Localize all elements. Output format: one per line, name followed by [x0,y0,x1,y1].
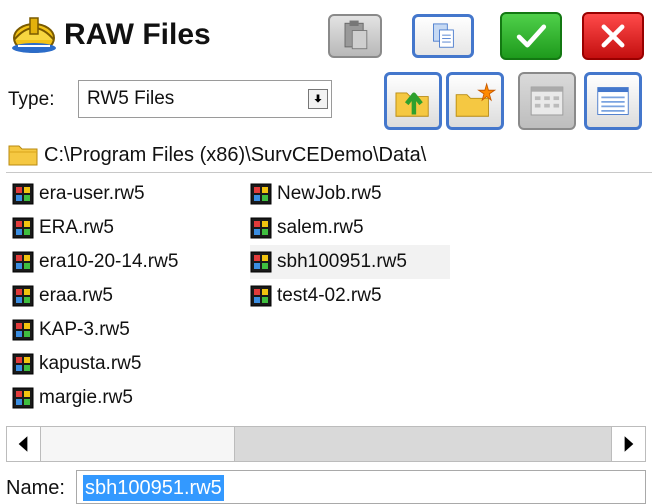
file-item[interactable]: eraa.rw5 [12,279,242,313]
rw5-file-icon [12,251,34,273]
current-path: C:\Program Files (x86)\SurvCEDemo\Data\ [0,138,652,172]
file-name: salem.rw5 [277,217,364,238]
rw5-file-icon [250,285,272,307]
file-name: KAP-3.rw5 [39,319,130,340]
type-dropdown[interactable]: RW5 Files [78,80,332,118]
close-button[interactable] [582,12,644,60]
file-item[interactable]: era10-20-14.rw5 [12,245,242,279]
name-label: Name: [6,477,65,499]
file-item[interactable]: kapusta.rw5 [12,347,242,381]
surveyor-helmet-icon [8,10,60,58]
file-list[interactable]: era-user.rw5 ERA.rw5 era10-20-14.rw5 eraa.r… [6,172,652,426]
folder-up-button[interactable] [384,72,442,130]
type-label: Type: [8,89,55,110]
file-name: era-user.rw5 [39,183,145,204]
file-name: sbh100951.rw5 [277,251,407,272]
type-dropdown-value: RW5 Files [87,88,175,109]
file-item[interactable]: sbh100951.rw5 [250,245,450,279]
file-item[interactable]: era-user.rw5 [12,177,242,211]
rw5-file-icon [250,251,272,273]
filename-value: sbh100951.rw5 [83,475,224,501]
file-item[interactable]: test4-02.rw5 [250,279,450,313]
ok-button[interactable] [500,12,562,60]
filename-input[interactable]: sbh100951.rw5 [76,470,646,504]
file-name: kapusta.rw5 [39,353,142,374]
file-name: ERA.rw5 [39,217,114,238]
scroll-right-button[interactable] [611,427,645,461]
file-item[interactable]: margie.rw5 [12,381,242,415]
file-name: eraa.rw5 [39,285,113,306]
rw5-file-icon [250,183,272,205]
rw5-file-icon [12,387,34,409]
details-view-button[interactable] [584,72,642,130]
clipboard-button[interactable] [328,14,382,58]
scroll-thumb[interactable] [41,427,235,461]
file-column-1: era-user.rw5 ERA.rw5 era10-20-14.rw5 eraa.r… [12,177,242,415]
file-item[interactable]: salem.rw5 [250,211,450,245]
rw5-file-icon [12,217,34,239]
copy-button[interactable] [412,14,474,58]
window-title: RAW Files [64,18,211,51]
rw5-file-icon [12,285,34,307]
file-item[interactable]: NewJob.rw5 [250,177,450,211]
title-bar: RAW Files [0,0,652,70]
file-item[interactable]: KAP-3.rw5 [12,313,242,347]
folder-icon [8,142,38,166]
rw5-file-icon [250,217,272,239]
file-name: era10-20-14.rw5 [39,251,179,272]
rw5-file-icon [12,319,34,341]
chevron-down-icon[interactable] [308,89,328,109]
path-text: C:\Program Files (x86)\SurvCEDemo\Data\ [44,144,427,166]
rw5-file-icon [12,183,34,205]
file-name: margie.rw5 [39,387,133,408]
list-view-button[interactable] [518,72,576,130]
file-column-2: NewJob.rw5 salem.rw5 sbh100951.rw5 test4-02… [250,177,450,313]
horizontal-scrollbar[interactable] [6,426,646,462]
file-item[interactable]: ERA.rw5 [12,211,242,245]
new-folder-button[interactable] [446,72,504,130]
rw5-file-icon [12,353,34,375]
file-name: test4-02.rw5 [277,285,382,306]
file-name: NewJob.rw5 [277,183,382,204]
scroll-left-button[interactable] [7,427,41,461]
